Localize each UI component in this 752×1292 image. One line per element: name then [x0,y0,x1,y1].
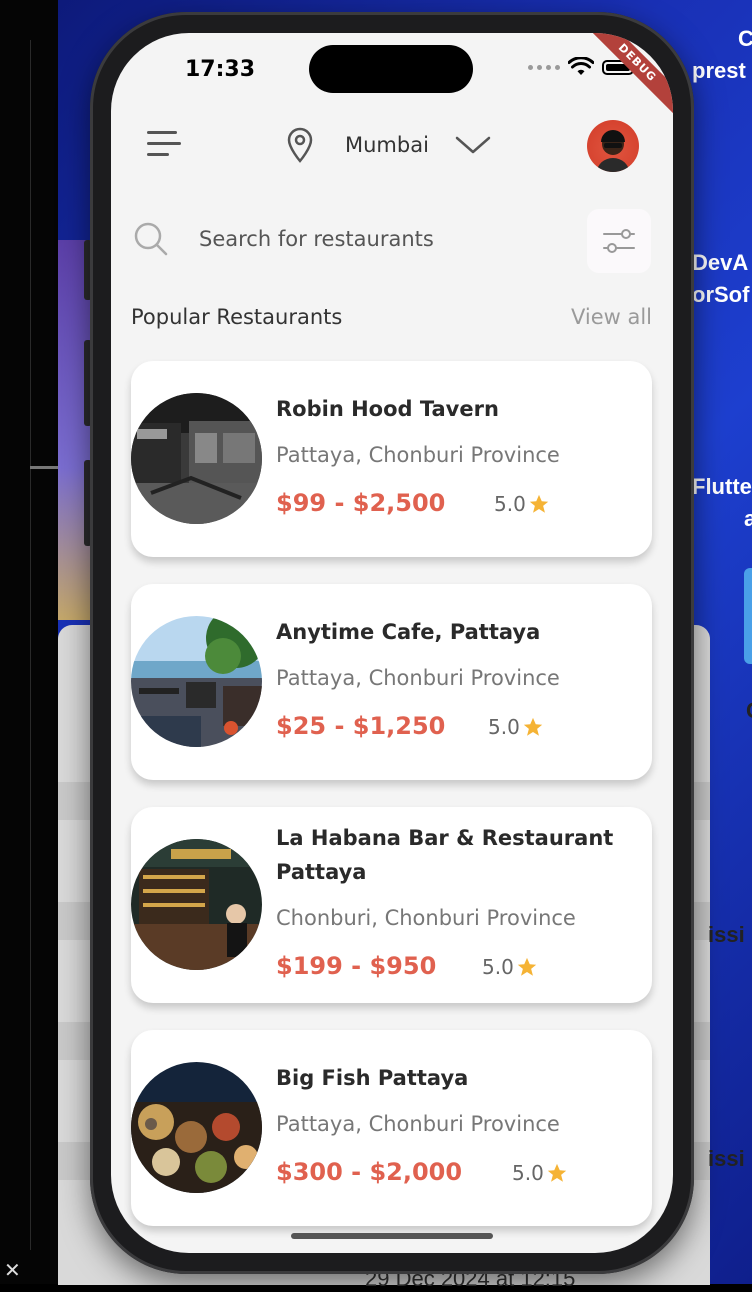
star-icon [529,494,548,513]
divider [30,40,31,1250]
restaurant-address: Pattaya, Chonburi Province [276,1112,560,1136]
star-icon [523,717,542,736]
view-all-link[interactable]: View all [571,305,652,329]
home-indicator[interactable] [291,1233,493,1239]
search-input[interactable] [199,227,519,251]
restaurant-name: Anytime Cafe, Pattaya [276,620,541,644]
background-text: C [738,26,752,51]
menu-icon[interactable] [147,129,183,159]
price-range: $199 - $950 [276,952,437,980]
app-screen: 17:33 DEBUG Mumbai Search for restaurant… [111,33,673,1253]
restaurant-card[interactable]: Anytime Cafe, Pattaya Pattaya, Chonburi … [131,584,652,780]
status-time: 17:33 [185,57,256,82]
restaurant-address: Pattaya, Chonburi Province [276,443,560,467]
rating: 5.0 [512,1161,568,1185]
restaurant-name: Big Fish Pattaya [276,1066,469,1090]
rating: 5.0 [494,492,550,516]
rating-value: 5.0 [482,955,514,979]
price-range: $300 - $2,000 [276,1158,463,1186]
star-icon [517,957,536,976]
location-pin-icon [287,127,313,163]
background-text: DevA [692,250,749,275]
background-text: issi [708,922,745,947]
rating-value: 5.0 [488,715,520,739]
background-text: prest [692,58,746,83]
background-text: issi [708,1146,745,1171]
filter-button[interactable] [587,209,651,273]
restaurant-address: Pattaya, Chonburi Province [276,666,560,690]
restaurant-name: Robin Hood Tavern [276,397,499,421]
rating-value: 5.0 [494,492,526,516]
rating: 5.0 [488,715,544,739]
wifi-icon [568,57,594,75]
location-label: Mumbai [345,133,429,157]
restaurant-card[interactable]: Robin Hood Tavern Pattaya, Chonburi Prov… [131,361,652,557]
search-bar[interactable] [133,221,519,257]
close-icon[interactable]: ✕ [4,1258,21,1282]
section-title: Popular Restaurants [131,305,343,329]
restaurant-address: Chonburi, Chonburi Province [276,906,576,930]
divider [30,466,60,469]
price-range: $99 - $2,500 [276,489,446,517]
search-icon [134,222,168,256]
background-text: orSof [692,282,750,307]
location-selector[interactable]: Mumbai [285,127,491,163]
signal-dots-icon [528,64,560,70]
restaurant-photo [131,1062,262,1193]
background-card [744,568,752,664]
restaurant-card[interactable]: La Habana Bar & Restaurant Pattaya Chonb… [131,807,652,1003]
background-text: C [746,698,752,724]
user-avatar-icon [597,130,629,172]
sliders-icon [603,229,635,253]
rating: 5.0 [482,955,538,979]
restaurant-photo [131,839,262,970]
avatar[interactable] [587,120,639,172]
star-icon [547,1163,566,1182]
background-text: Flutte [692,474,752,499]
dynamic-island [309,45,473,93]
chevron-down-icon[interactable] [455,135,491,155]
restaurant-photo [131,393,262,524]
rating-value: 5.0 [512,1161,544,1185]
restaurant-name: La Habana Bar & Restaurant Pattaya [276,826,614,884]
restaurant-card[interactable]: Big Fish Pattaya Pattaya, Chonburi Provi… [131,1030,652,1226]
background-text: a [744,506,752,531]
price-range: $25 - $1,250 [276,712,446,740]
restaurant-photo [131,616,262,747]
